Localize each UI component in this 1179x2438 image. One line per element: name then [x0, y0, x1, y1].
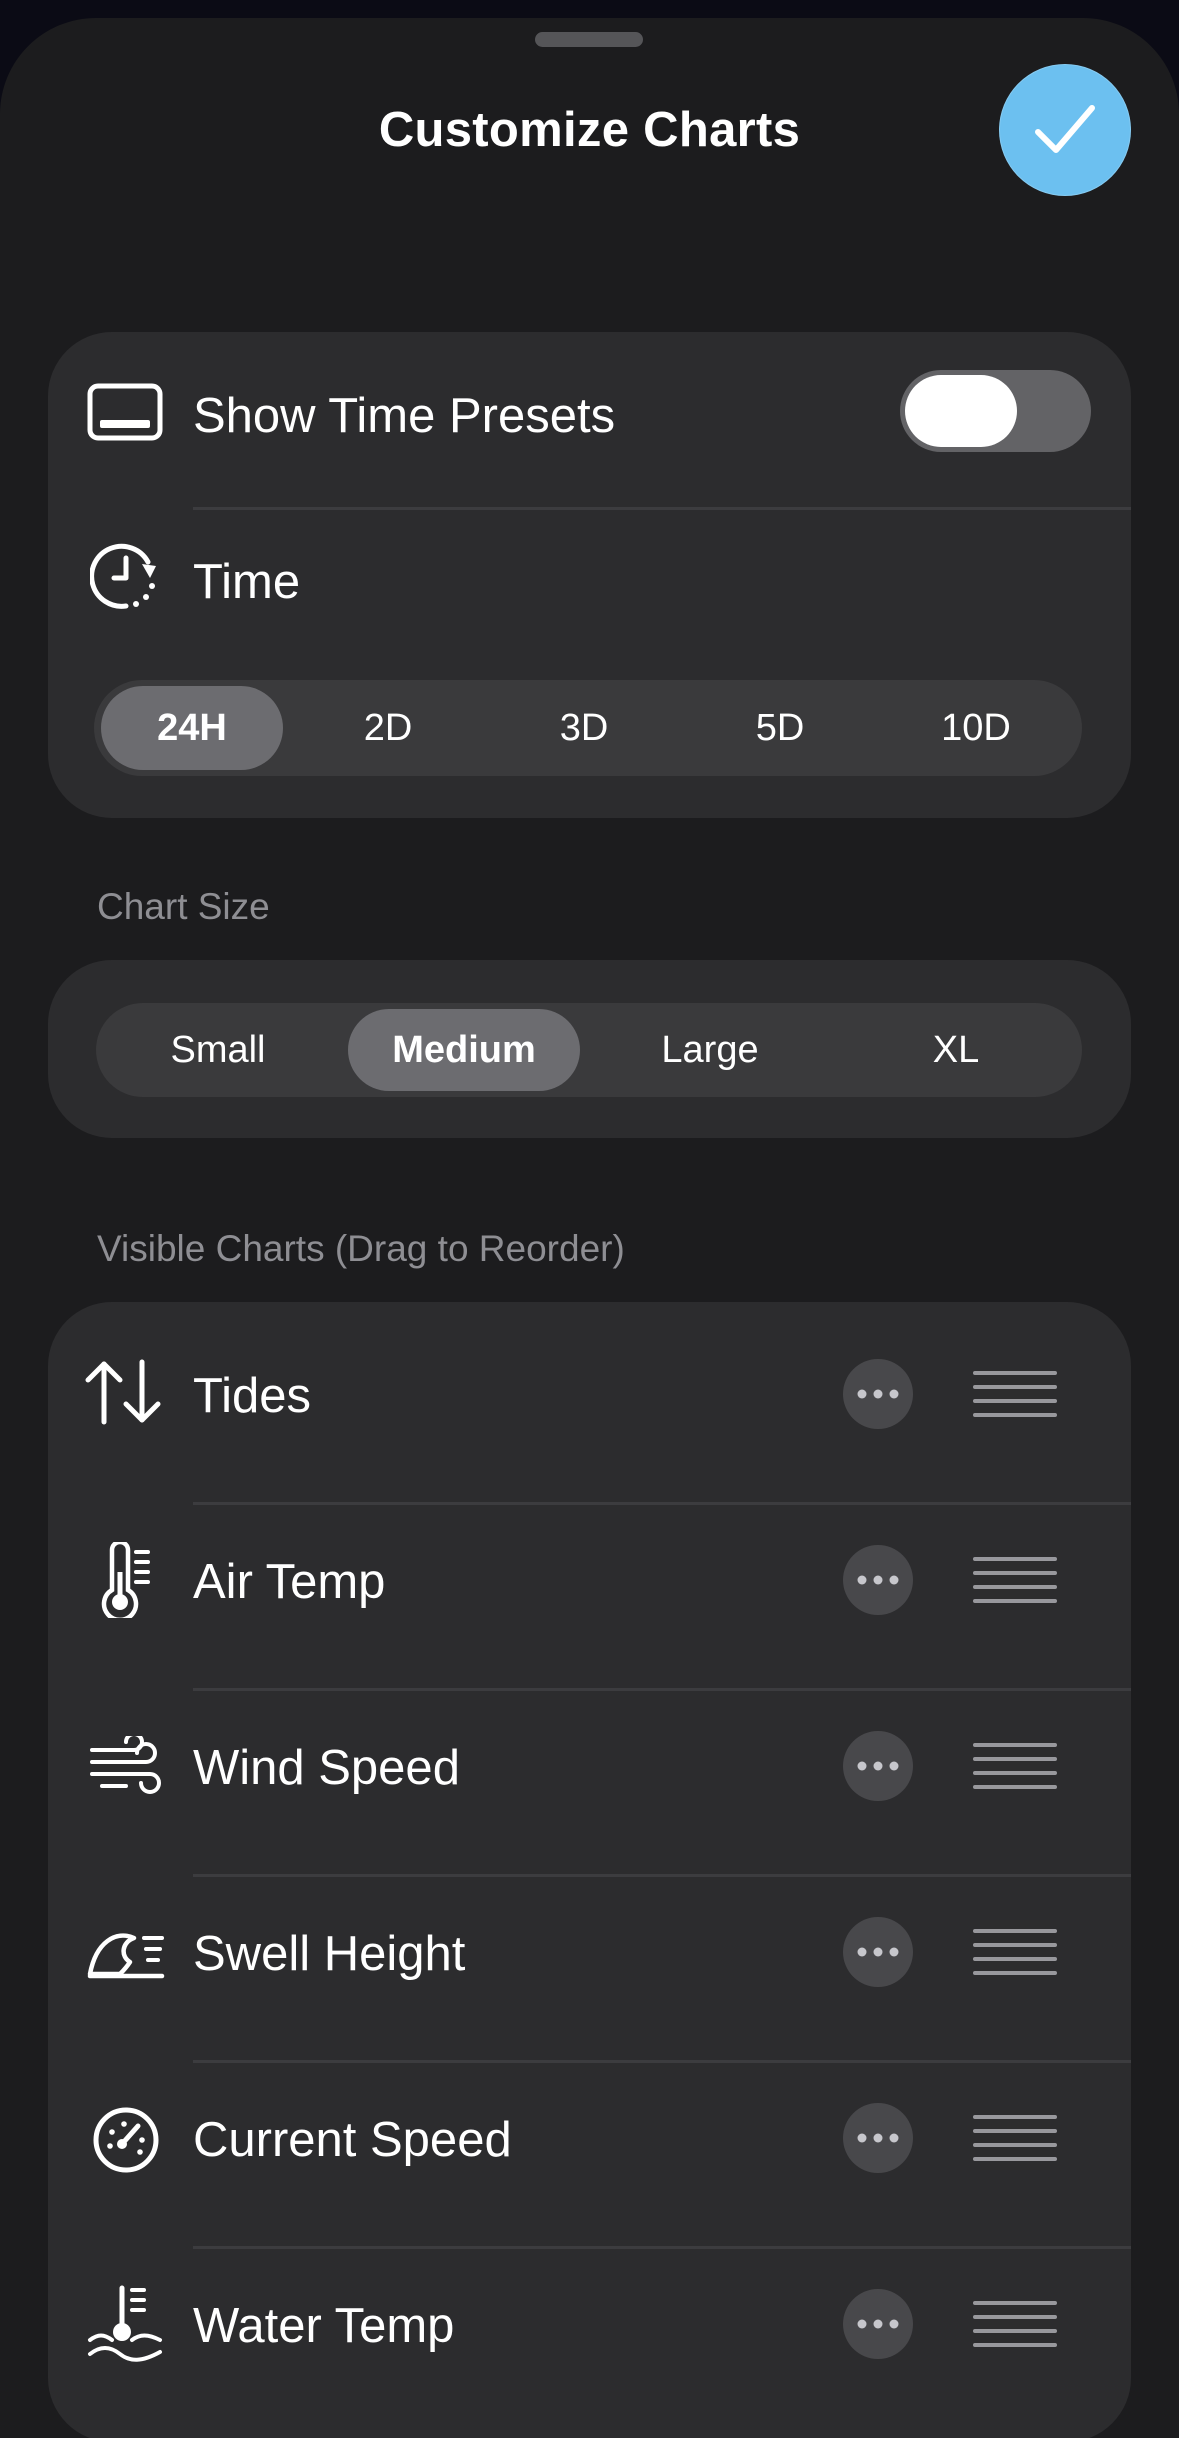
time-option-2d[interactable]: 2D	[297, 686, 479, 770]
gauge-icon	[90, 2104, 162, 2176]
size-option-medium[interactable]: Medium	[348, 1009, 580, 1091]
row-divider	[193, 1688, 1131, 1691]
drag-handle[interactable]	[973, 1557, 1057, 1603]
row-divider	[193, 1502, 1131, 1505]
visible-charts-section-title: Visible Charts (Drag to Reorder)	[97, 1228, 625, 1269]
show-time-presets-toggle[interactable]	[900, 370, 1091, 452]
clock-arrow-icon	[90, 540, 162, 612]
toggle-knob	[905, 375, 1017, 447]
wave-icon	[86, 1922, 166, 1982]
checkmark-icon	[1035, 105, 1095, 153]
rectangle-bottom-icon	[86, 382, 164, 442]
more-options-button[interactable]	[843, 2103, 913, 2173]
ellipsis-icon	[857, 2133, 899, 2143]
thermometer-icon	[98, 1542, 154, 1618]
more-options-button[interactable]	[843, 1917, 913, 1987]
size-option-small[interactable]: Small	[102, 1009, 334, 1091]
ellipsis-icon	[857, 2319, 899, 2329]
row-divider	[193, 507, 1131, 510]
drag-handle[interactable]	[973, 2301, 1057, 2347]
chart-size-card: Small Medium Large XL	[48, 960, 1131, 1138]
row-divider	[193, 2060, 1131, 2063]
size-option-xl[interactable]: XL	[840, 1009, 1072, 1091]
time-option-24h[interactable]: 24H	[101, 686, 283, 770]
customize-charts-sheet: Customize Charts Show Time Presets Time …	[0, 18, 1179, 2438]
sheet-grabber[interactable]	[535, 32, 643, 47]
water-thermometer-icon	[86, 2282, 166, 2364]
show-time-presets-label: Show Time Presets	[193, 389, 616, 443]
time-option-3d[interactable]: 3D	[493, 686, 675, 770]
row-divider	[193, 1874, 1131, 1877]
size-option-large[interactable]: Large	[594, 1009, 826, 1091]
drag-handle[interactable]	[973, 1371, 1057, 1417]
more-options-button[interactable]	[843, 1545, 913, 1615]
chart-item-label: Current Speed	[193, 2113, 512, 2167]
chart-item-label: Swell Height	[193, 1927, 466, 1981]
row-divider	[193, 2246, 1131, 2249]
time-option-5d[interactable]: 5D	[689, 686, 871, 770]
chart-size-selector: Small Medium Large XL	[96, 1003, 1082, 1097]
chart-item-label: Wind Speed	[193, 1741, 460, 1795]
time-settings-card: Show Time Presets Time 24H 2D 3D 5D 10D	[48, 332, 1131, 818]
chart-item-label: Tides	[193, 1369, 312, 1423]
drag-handle[interactable]	[973, 1743, 1057, 1789]
wind-icon	[88, 1736, 164, 1796]
chart-size-section-title: Chart Size	[97, 886, 270, 927]
visible-charts-card: Tides Air Temp Wind Speed Swell Height C…	[48, 1302, 1131, 2438]
drag-handle[interactable]	[973, 2115, 1057, 2161]
more-options-button[interactable]	[843, 2289, 913, 2359]
ellipsis-icon	[857, 1761, 899, 1771]
time-range-selector: 24H 2D 3D 5D 10D	[94, 680, 1082, 776]
up-down-arrows-icon	[84, 1358, 164, 1426]
chart-item-label: Water Temp	[193, 2299, 455, 2353]
ellipsis-icon	[857, 1575, 899, 1585]
done-button[interactable]	[999, 64, 1131, 196]
time-option-10d[interactable]: 10D	[885, 686, 1067, 770]
time-label: Time	[193, 555, 301, 609]
drag-handle[interactable]	[973, 1929, 1057, 1975]
ellipsis-icon	[857, 1389, 899, 1399]
more-options-button[interactable]	[843, 1359, 913, 1429]
more-options-button[interactable]	[843, 1731, 913, 1801]
chart-item-label: Air Temp	[193, 1555, 386, 1609]
ellipsis-icon	[857, 1947, 899, 1957]
